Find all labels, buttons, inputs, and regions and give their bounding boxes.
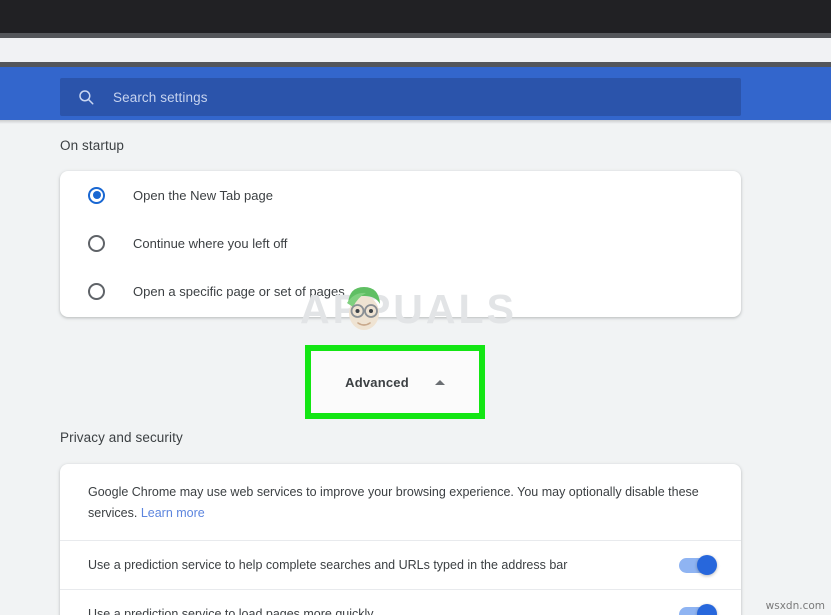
radio-new-tab[interactable] — [88, 186, 105, 204]
advanced-button-label: Advanced — [345, 374, 409, 390]
radio-row-new-tab[interactable]: Open the New Tab page — [60, 171, 741, 219]
toggle-prediction-address-bar[interactable] — [679, 554, 717, 575]
toggle-row-prediction-load-pages[interactable]: Use a prediction service to load pages m… — [60, 589, 741, 615]
search-input-placeholder[interactable]: Search settings — [113, 90, 208, 105]
on-startup-heading: On startup — [60, 138, 125, 153]
toggle-knob — [697, 554, 717, 575]
privacy-and-security-card: Google Chrome may use web services to im… — [60, 464, 741, 615]
browser-toolbar-strip — [0, 38, 831, 62]
on-startup-card: Open the New Tab page Continue where you… — [60, 171, 741, 317]
browser-titlebar — [0, 0, 831, 33]
privacy-and-security-heading: Privacy and security — [60, 430, 183, 445]
search-icon — [77, 88, 95, 106]
radio-label-specific-page: Open a specific page or set of pages — [133, 283, 345, 299]
privacy-description: Google Chrome may use web services to im… — [60, 464, 741, 540]
radio-label-continue: Continue where you left off — [133, 235, 288, 251]
radio-specific-page[interactable] — [88, 282, 105, 300]
radio-label-new-tab: Open the New Tab page — [133, 187, 273, 203]
toggle-row-prediction-address-bar[interactable]: Use a prediction service to help complet… — [60, 540, 741, 589]
radio-continue[interactable] — [88, 234, 105, 252]
advanced-button[interactable]: Advanced — [311, 351, 479, 413]
radio-row-specific-page[interactable]: Open a specific page or set of pages — [60, 267, 741, 315]
toggle-label-prediction-address-bar: Use a prediction service to help complet… — [88, 558, 568, 572]
radio-row-continue[interactable]: Continue where you left off — [60, 219, 741, 267]
settings-search-header: Search settings — [0, 67, 831, 120]
toggle-knob — [697, 603, 717, 615]
source-credit: wsxdn.com — [765, 600, 825, 612]
search-settings-box[interactable]: Search settings — [60, 78, 741, 116]
chevron-up-icon — [434, 379, 445, 385]
learn-more-link[interactable]: Learn more — [141, 506, 205, 520]
toggle-prediction-load-pages[interactable] — [679, 603, 717, 615]
browser-window: Search settings On startup Open the New … — [0, 0, 831, 615]
header-shadow — [0, 120, 831, 124]
toggle-label-prediction-load-pages: Use a prediction service to load pages m… — [88, 607, 374, 615]
